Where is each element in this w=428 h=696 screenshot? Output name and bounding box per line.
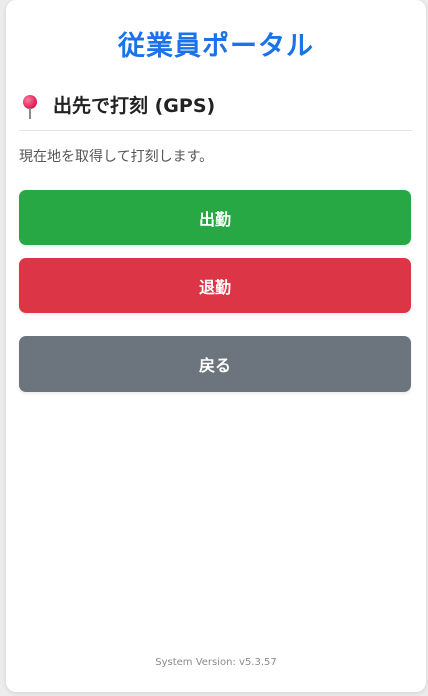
system-version: System Version: v5.3.57 <box>155 657 277 668</box>
clock-in-button[interactable]: 出勤 <box>19 190 411 245</box>
section-header: 出先で打刻 (GPS) <box>19 92 412 131</box>
back-button[interactable]: 戻る <box>19 336 411 392</box>
section-description: 現在地を取得して打刻します。 <box>19 149 214 165</box>
section-title: 出先で打刻 (GPS) <box>53 95 216 117</box>
portal-card: 従業員ポータル 出先で打刻 (GPS) 現在地を取得して打刻します。 出勤 退勤… <box>6 0 426 692</box>
clock-out-button[interactable]: 退勤 <box>19 258 411 313</box>
page-title: 従業員ポータル <box>118 31 314 62</box>
round-pushpin-icon <box>19 94 41 122</box>
